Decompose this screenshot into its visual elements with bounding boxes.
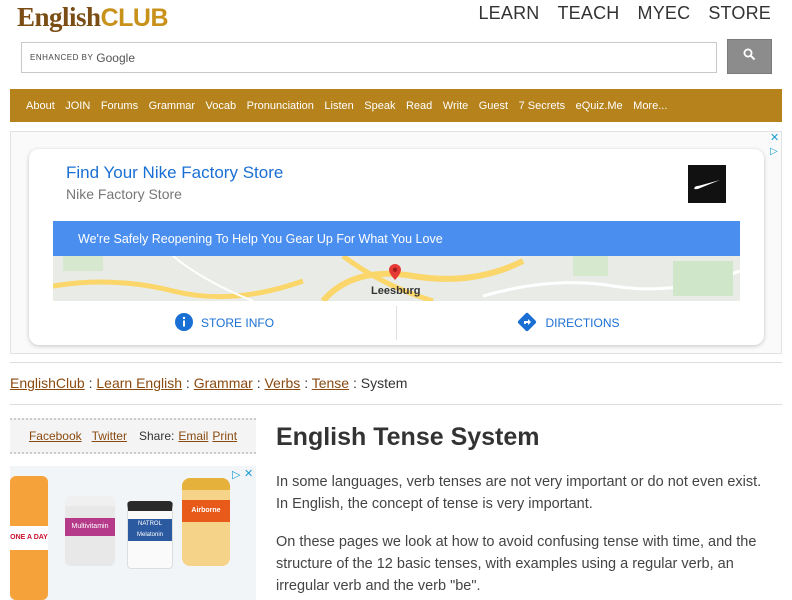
nav-7-secrets[interactable]: 7 Secrets [519, 100, 565, 112]
share-print-link[interactable]: Print [212, 429, 237, 443]
nike-logo-icon [688, 165, 726, 203]
product-label: Multivitamin [65, 518, 115, 536]
logo-english: English [17, 2, 101, 32]
info-icon [174, 312, 193, 334]
top-nav: LEARN TEACH MYEC STORE [478, 3, 771, 24]
nav-equiz[interactable]: eQuiz.Me [576, 100, 623, 112]
breadcrumb-separator: : [256, 375, 261, 391]
nav-listen[interactable]: Listen [324, 100, 353, 112]
search-icon [743, 48, 756, 66]
ad-close-icon[interactable]: ✕ [770, 131, 779, 144]
topnav-store[interactable]: STORE [708, 3, 771, 24]
breadcrumb-tense[interactable]: Tense [312, 375, 349, 391]
search-input[interactable]: ENHANCED BY Google [21, 42, 717, 73]
breadcrumb-learn-english[interactable]: Learn English [96, 375, 182, 391]
search-enhanced-label: ENHANCED BY [30, 53, 94, 62]
nav-join[interactable]: JOIN [65, 100, 90, 112]
map-label: Leesburg [371, 285, 421, 297]
side-ad-close-icon[interactable]: ✕ [244, 467, 253, 480]
content-paragraph: In some languages, verb tenses are not v… [276, 474, 762, 512]
product-melatonin: NATROL Melatonin [127, 501, 173, 569]
nav-grammar[interactable]: Grammar [149, 100, 195, 112]
product-label: NATROL Melatonin [128, 519, 172, 541]
nav-speak[interactable]: Speak [364, 100, 395, 112]
directions-label: DIRECTIONS [545, 316, 620, 330]
nav-about[interactable]: About [26, 100, 55, 112]
breadcrumb-separator: : [304, 375, 309, 391]
breadcrumb-separator: : [185, 375, 190, 391]
share-label: Share: [138, 429, 175, 443]
ad-actions: STORE INFO DIRECTIONS [53, 306, 740, 340]
page-title: English Tense System [276, 423, 540, 451]
divider-top [10, 362, 782, 363]
side-ad-choices-icon[interactable]: ▷ [232, 468, 240, 481]
share-twitter-link[interactable]: Twitter [92, 429, 127, 443]
store-info-label: STORE INFO [200, 316, 275, 330]
breadcrumb-separator: : [352, 375, 357, 391]
nav-pronunciation[interactable]: Pronunciation [247, 100, 314, 112]
product-one-a-day: ONE A DAY [10, 476, 48, 600]
nav-forums[interactable]: Forums [101, 100, 138, 112]
sidebar-ad[interactable]: ▷ ✕ ONE A DAY Multivitamin NATROL Melato… [10, 466, 256, 600]
breadcrumb-grammar[interactable]: Grammar [194, 375, 253, 391]
ad-choices-icon[interactable]: ▷ [770, 146, 778, 157]
breadcrumb-verbs[interactable]: Verbs [264, 375, 300, 391]
breadcrumb-current: System [360, 375, 408, 391]
store-info-button[interactable]: STORE INFO [53, 306, 396, 340]
topnav-myec[interactable]: MYEC [638, 3, 691, 24]
breadcrumb-englishclub[interactable]: EnglishClub [10, 375, 85, 391]
topnav-teach[interactable]: TEACH [557, 3, 619, 24]
ad-banner[interactable]: We're Safely Reopening To Help You Gear … [53, 221, 740, 256]
share-bar: Facebook Twitter Share: Email Print [10, 418, 256, 454]
ad-title[interactable]: Find Your Nike Factory Store [66, 163, 283, 183]
nav-more[interactable]: More... [633, 100, 667, 112]
search-button[interactable] [727, 39, 772, 74]
share-facebook-link[interactable]: Facebook [29, 429, 82, 443]
ad-subtitle: Nike Factory Store [66, 186, 182, 202]
content-paragraph: On these pages we look at how to avoid c… [276, 534, 757, 594]
share-email-link[interactable]: Email [178, 429, 208, 443]
logo-club: CLUB [100, 4, 169, 32]
directions-button[interactable]: DIRECTIONS [397, 306, 740, 340]
product-label: ONE A DAY [10, 526, 48, 550]
main-nav: About JOIN Forums Grammar Vocab Pronunci… [10, 89, 782, 122]
nav-guest[interactable]: Guest [479, 100, 508, 112]
map-pin-icon [389, 264, 401, 285]
nav-vocab[interactable]: Vocab [206, 100, 237, 112]
nav-read[interactable]: Read [406, 100, 432, 112]
nav-write[interactable]: Write [443, 100, 468, 112]
product-airborne: Airborne [182, 478, 230, 566]
breadcrumb-separator: : [88, 375, 93, 391]
divider-bottom [10, 404, 782, 405]
topnav-learn[interactable]: LEARN [478, 3, 539, 24]
site-logo[interactable]: English CLUB [17, 2, 169, 36]
product-multivitamin: Multivitamin [65, 496, 115, 566]
directions-icon [517, 312, 537, 335]
breadcrumb: EnglishClub : Learn English : Grammar : … [10, 375, 407, 391]
product-label: Airborne [182, 500, 230, 522]
search-google-label: Google [96, 50, 135, 65]
